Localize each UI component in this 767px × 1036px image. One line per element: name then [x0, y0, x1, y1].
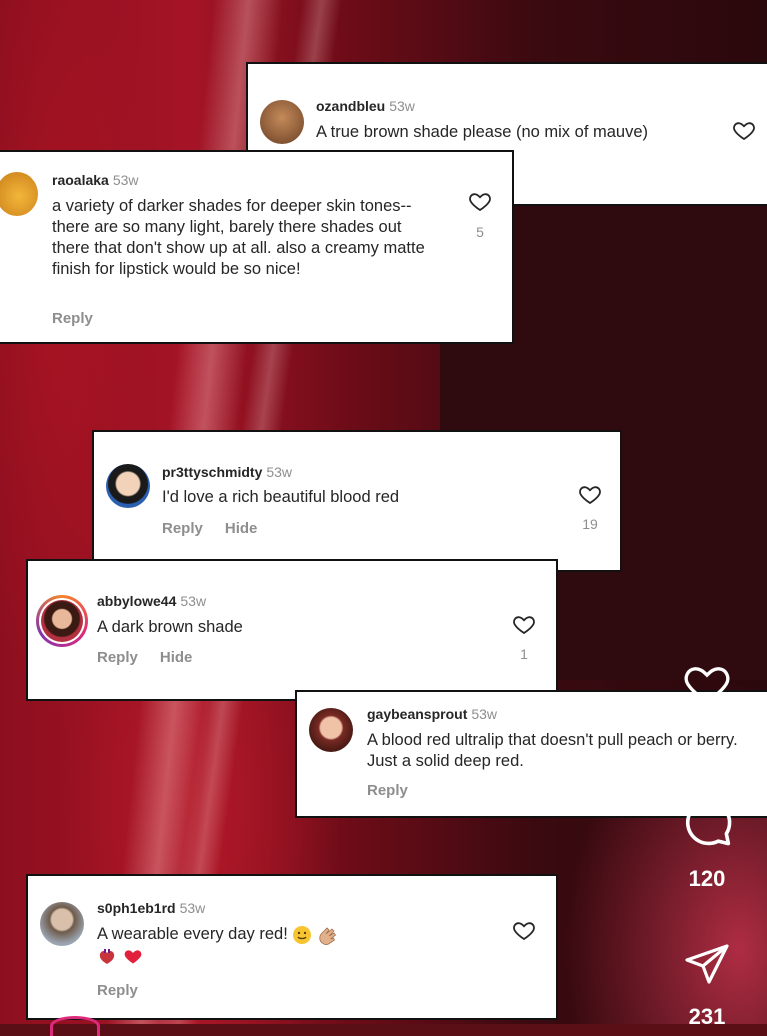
comment-username[interactable]: pr3ttyschmidty 53w [162, 464, 292, 480]
comment-text: A dark brown shade [97, 618, 243, 636]
comment-username[interactable]: s0ph1eb1rd 53w [97, 900, 205, 916]
reply-button[interactable]: Reply [367, 782, 408, 799]
comment-actions: Reply [52, 310, 115, 327]
avatar[interactable] [40, 902, 84, 946]
comment-username[interactable]: ozandbleu 53w [316, 98, 415, 114]
comment-timestamp: 53w [180, 593, 207, 609]
comment-icon[interactable] [680, 795, 734, 849]
like-count: 1 [520, 646, 528, 662]
comment-timestamp: 53w [179, 900, 206, 916]
avatar[interactable] [36, 595, 88, 647]
comment-card: s0ph1eb1rd 53w A wearable every day red! … [26, 874, 558, 1020]
avatar[interactable] [309, 708, 353, 752]
comments-count: 120 [688, 866, 726, 891]
comment-username[interactable]: raoalaka 53w [52, 172, 139, 188]
heart-icon[interactable] [680, 658, 734, 708]
send-icon[interactable] [682, 940, 732, 988]
like-count: 19 [582, 516, 598, 532]
comment-timestamp: 53w [389, 98, 415, 114]
comment-text: A wearable every day red! [97, 924, 477, 966]
avatar[interactable] [260, 100, 304, 144]
reply-button[interactable]: Reply [97, 982, 138, 999]
comment-actions: Reply Hide [162, 520, 279, 537]
comment-text: A blood red ultralip that doesn't pull p… [367, 731, 738, 770]
comment-actions: Reply Hide [97, 649, 214, 666]
heart-icon[interactable] [512, 918, 536, 942]
comment-text: I'd love a rich beautiful blood red [162, 488, 400, 506]
red-heart-emoji-icon [124, 949, 141, 964]
clap-emoji-icon [319, 927, 337, 945]
comment-username[interactable]: gaybeansprout 53w [367, 706, 497, 722]
shares-count: 231 [688, 1004, 726, 1029]
reply-button[interactable]: Reply [162, 520, 203, 537]
comment-timestamp: 53w [112, 172, 139, 188]
comment-timestamp: 53w [266, 464, 293, 480]
comment-card: raoalaka 53w a variety of darker shades f… [0, 150, 514, 344]
next-avatar-partial [50, 1016, 100, 1036]
comment-actions: Reply [367, 782, 430, 799]
avatar[interactable] [0, 172, 38, 216]
heart-icon[interactable] [732, 118, 756, 142]
smile-emoji-icon [293, 925, 312, 944]
comment-card: abbylowe44 53w A dark brown shade Reply Hi… [26, 559, 558, 701]
comment-username[interactable]: abbylowe44 53w [97, 593, 206, 609]
hide-button[interactable]: Hide [160, 649, 193, 666]
comment-text: a variety of darker shades for deeper sk… [52, 197, 425, 278]
comment-actions: Reply [97, 982, 160, 999]
reply-button[interactable]: Reply [97, 649, 138, 666]
comment-timestamp: 53w [471, 706, 498, 722]
comment-text: A true brown shade please (no mix of mau… [316, 123, 649, 141]
heart-icon[interactable] [468, 189, 492, 213]
avatar[interactable] [106, 464, 150, 508]
hide-button[interactable]: Hide [225, 520, 258, 537]
comment-card: pr3ttyschmidty 53w I'd love a rich beauti… [92, 430, 622, 572]
heart-icon[interactable] [512, 612, 536, 636]
heart-icon[interactable] [578, 482, 602, 506]
reply-button[interactable]: Reply [52, 310, 93, 327]
like-count: 5 [476, 224, 484, 240]
anatomical-heart-emoji-icon [99, 948, 115, 964]
